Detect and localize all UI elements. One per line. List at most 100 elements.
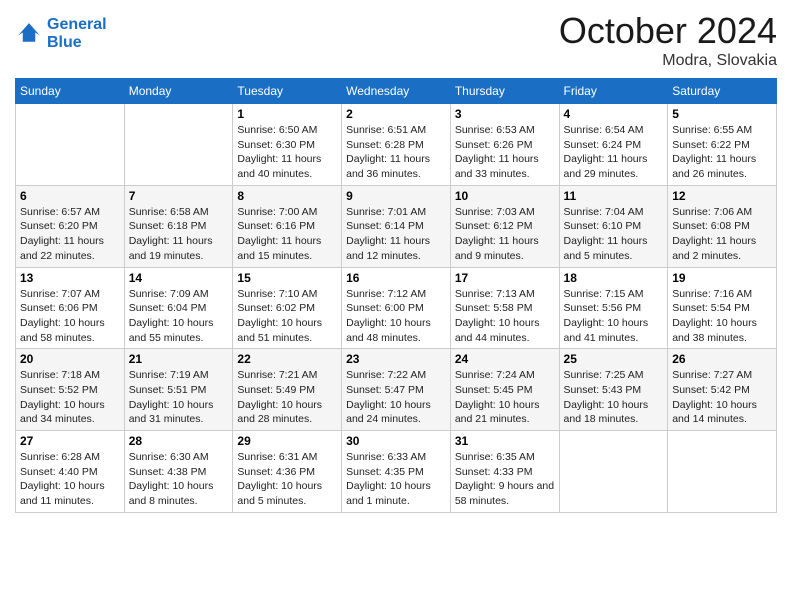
calendar-cell: 14 Sunrise: 7:09 AM Sunset: 6:04 PM Dayli…	[124, 267, 233, 349]
day-info: Sunrise: 6:57 AM Sunset: 6:20 PM Dayligh…	[20, 205, 120, 264]
calendar-cell: 19 Sunrise: 7:16 AM Sunset: 5:54 PM Dayli…	[668, 267, 777, 349]
calendar-cell: 21 Sunrise: 7:19 AM Sunset: 5:51 PM Dayli…	[124, 349, 233, 431]
day-number: 2	[346, 107, 446, 121]
calendar-cell: 25Sunrise: 7:25 AM Sunset: 5:43 PM Dayli…	[559, 349, 668, 431]
day-number: 15	[237, 271, 337, 285]
day-info: Sunrise: 7:09 AM Sunset: 6:04 PM Dayligh…	[129, 287, 229, 346]
calendar-cell	[124, 104, 233, 186]
day-info: Sunrise: 7:07 AM Sunset: 6:06 PM Dayligh…	[20, 287, 120, 346]
col-header-friday: Friday	[559, 79, 668, 104]
calendar-cell: 8Sunrise: 7:00 AM Sunset: 6:16 PM Daylig…	[233, 185, 342, 267]
calendar-cell: 12 Sunrise: 7:06 AM Sunset: 6:08 PM Dayli…	[668, 185, 777, 267]
day-info: Sunrise: 7:19 AM Sunset: 5:51 PM Dayligh…	[129, 368, 229, 427]
calendar-cell: 7Sunrise: 6:58 AM Sunset: 6:18 PM Daylig…	[124, 185, 233, 267]
day-info: Sunrise: 7:01 AM Sunset: 6:14 PM Dayligh…	[346, 205, 446, 264]
calendar-table: SundayMondayTuesdayWednesdayThursdayFrid…	[15, 78, 777, 513]
day-info: Sunrise: 6:55 AM Sunset: 6:22 PM Dayligh…	[672, 123, 772, 182]
calendar-cell: 6 Sunrise: 6:57 AM Sunset: 6:20 PM Daylig…	[16, 185, 125, 267]
day-number: 12	[672, 189, 772, 203]
calendar-week-5: 27Sunrise: 6:28 AM Sunset: 4:40 PM Dayli…	[16, 431, 777, 513]
calendar-cell: 3Sunrise: 6:53 AM Sunset: 6:26 PM Daylig…	[450, 104, 559, 186]
calendar-cell: 30 Sunrise: 6:33 AM Sunset: 4:35 PM Dayli…	[342, 431, 451, 513]
col-header-wednesday: Wednesday	[342, 79, 451, 104]
day-number: 13	[20, 271, 120, 285]
day-number: 30	[346, 434, 446, 448]
day-number: 25	[564, 352, 664, 366]
calendar-cell: 10 Sunrise: 7:03 AM Sunset: 6:12 PM Dayli…	[450, 185, 559, 267]
day-number: 26	[672, 352, 772, 366]
calendar-cell: 5Sunrise: 6:55 AM Sunset: 6:22 PM Daylig…	[668, 104, 777, 186]
day-info: Sunrise: 6:30 AM Sunset: 4:38 PM Dayligh…	[129, 450, 229, 509]
calendar-cell: 16 Sunrise: 7:12 AM Sunset: 6:00 PM Dayli…	[342, 267, 451, 349]
logo: General Blue	[15, 16, 107, 51]
calendar-cell: 28 Sunrise: 6:30 AM Sunset: 4:38 PM Dayli…	[124, 431, 233, 513]
day-info: Sunrise: 7:12 AM Sunset: 6:00 PM Dayligh…	[346, 287, 446, 346]
day-info: Sunrise: 7:21 AM Sunset: 5:49 PM Dayligh…	[237, 368, 337, 427]
day-info: Sunrise: 6:54 AM Sunset: 6:24 PM Dayligh…	[564, 123, 664, 182]
day-info: Sunrise: 7:03 AM Sunset: 6:12 PM Dayligh…	[455, 205, 555, 264]
day-number: 18	[564, 271, 664, 285]
day-info: Sunrise: 6:51 AM Sunset: 6:28 PM Dayligh…	[346, 123, 446, 182]
day-number: 27	[20, 434, 120, 448]
day-number: 19	[672, 271, 772, 285]
calendar-week-3: 13 Sunrise: 7:07 AM Sunset: 6:06 PM Dayli…	[16, 267, 777, 349]
day-number: 29	[237, 434, 337, 448]
day-number: 6	[20, 189, 120, 203]
day-info: Sunrise: 7:22 AM Sunset: 5:47 PM Dayligh…	[346, 368, 446, 427]
col-header-sunday: Sunday	[16, 79, 125, 104]
day-number: 4	[564, 107, 664, 121]
day-number: 8	[237, 189, 337, 203]
calendar-cell	[16, 104, 125, 186]
logo-icon	[15, 20, 43, 48]
day-number: 10	[455, 189, 555, 203]
day-number: 3	[455, 107, 555, 121]
calendar-cell: 13 Sunrise: 7:07 AM Sunset: 6:06 PM Dayli…	[16, 267, 125, 349]
calendar-week-4: 20Sunrise: 7:18 AM Sunset: 5:52 PM Dayli…	[16, 349, 777, 431]
day-number: 31	[455, 434, 555, 448]
calendar-cell: 18 Sunrise: 7:15 AM Sunset: 5:56 PM Dayli…	[559, 267, 668, 349]
calendar-cell: 20Sunrise: 7:18 AM Sunset: 5:52 PM Dayli…	[16, 349, 125, 431]
day-number: 22	[237, 352, 337, 366]
calendar-cell: 1 Sunrise: 6:50 AM Sunset: 6:30 PM Daylig…	[233, 104, 342, 186]
logo-general: General	[47, 16, 107, 33]
calendar-cell: 11 Sunrise: 7:04 AM Sunset: 6:10 PM Dayli…	[559, 185, 668, 267]
calendar-cell: 17 Sunrise: 7:13 AM Sunset: 5:58 PM Dayli…	[450, 267, 559, 349]
day-info: Sunrise: 7:04 AM Sunset: 6:10 PM Dayligh…	[564, 205, 664, 264]
day-number: 7	[129, 189, 229, 203]
day-info: Sunrise: 7:16 AM Sunset: 5:54 PM Dayligh…	[672, 287, 772, 346]
day-number: 21	[129, 352, 229, 366]
calendar-cell: 9 Sunrise: 7:01 AM Sunset: 6:14 PM Daylig…	[342, 185, 451, 267]
calendar-cell: 22 Sunrise: 7:21 AM Sunset: 5:49 PM Dayli…	[233, 349, 342, 431]
header: General Blue October 2024 Modra, Slovaki…	[15, 10, 777, 70]
calendar-cell: 23Sunrise: 7:22 AM Sunset: 5:47 PM Dayli…	[342, 349, 451, 431]
calendar-cell: 24Sunrise: 7:24 AM Sunset: 5:45 PM Dayli…	[450, 349, 559, 431]
day-number: 16	[346, 271, 446, 285]
calendar-cell: 26 Sunrise: 7:27 AM Sunset: 5:42 PM Dayli…	[668, 349, 777, 431]
day-number: 1	[237, 107, 337, 121]
day-number: 11	[564, 189, 664, 203]
calendar-cell	[668, 431, 777, 513]
day-info: Sunrise: 6:33 AM Sunset: 4:35 PM Dayligh…	[346, 450, 446, 509]
location: Modra, Slovakia	[559, 52, 777, 70]
day-number: 20	[20, 352, 120, 366]
calendar-cell: 4 Sunrise: 6:54 AM Sunset: 6:24 PM Daylig…	[559, 104, 668, 186]
day-info: Sunrise: 7:27 AM Sunset: 5:42 PM Dayligh…	[672, 368, 772, 427]
calendar-cell: 15Sunrise: 7:10 AM Sunset: 6:02 PM Dayli…	[233, 267, 342, 349]
calendar-cell: 29Sunrise: 6:31 AM Sunset: 4:36 PM Dayli…	[233, 431, 342, 513]
calendar-header-row: SundayMondayTuesdayWednesdayThursdayFrid…	[16, 79, 777, 104]
day-number: 28	[129, 434, 229, 448]
month-title: October 2024	[559, 10, 777, 52]
day-number: 24	[455, 352, 555, 366]
title-block: October 2024 Modra, Slovakia	[559, 10, 777, 70]
day-number: 14	[129, 271, 229, 285]
day-info: Sunrise: 6:50 AM Sunset: 6:30 PM Dayligh…	[237, 123, 337, 182]
day-info: Sunrise: 7:13 AM Sunset: 5:58 PM Dayligh…	[455, 287, 555, 346]
day-number: 17	[455, 271, 555, 285]
calendar-cell: 27Sunrise: 6:28 AM Sunset: 4:40 PM Dayli…	[16, 431, 125, 513]
day-info: Sunrise: 7:15 AM Sunset: 5:56 PM Dayligh…	[564, 287, 664, 346]
calendar-week-1: 1 Sunrise: 6:50 AM Sunset: 6:30 PM Daylig…	[16, 104, 777, 186]
day-info: Sunrise: 7:06 AM Sunset: 6:08 PM Dayligh…	[672, 205, 772, 264]
calendar-week-2: 6 Sunrise: 6:57 AM Sunset: 6:20 PM Daylig…	[16, 185, 777, 267]
day-number: 9	[346, 189, 446, 203]
calendar-cell: 31Sunrise: 6:35 AM Sunset: 4:33 PM Dayli…	[450, 431, 559, 513]
